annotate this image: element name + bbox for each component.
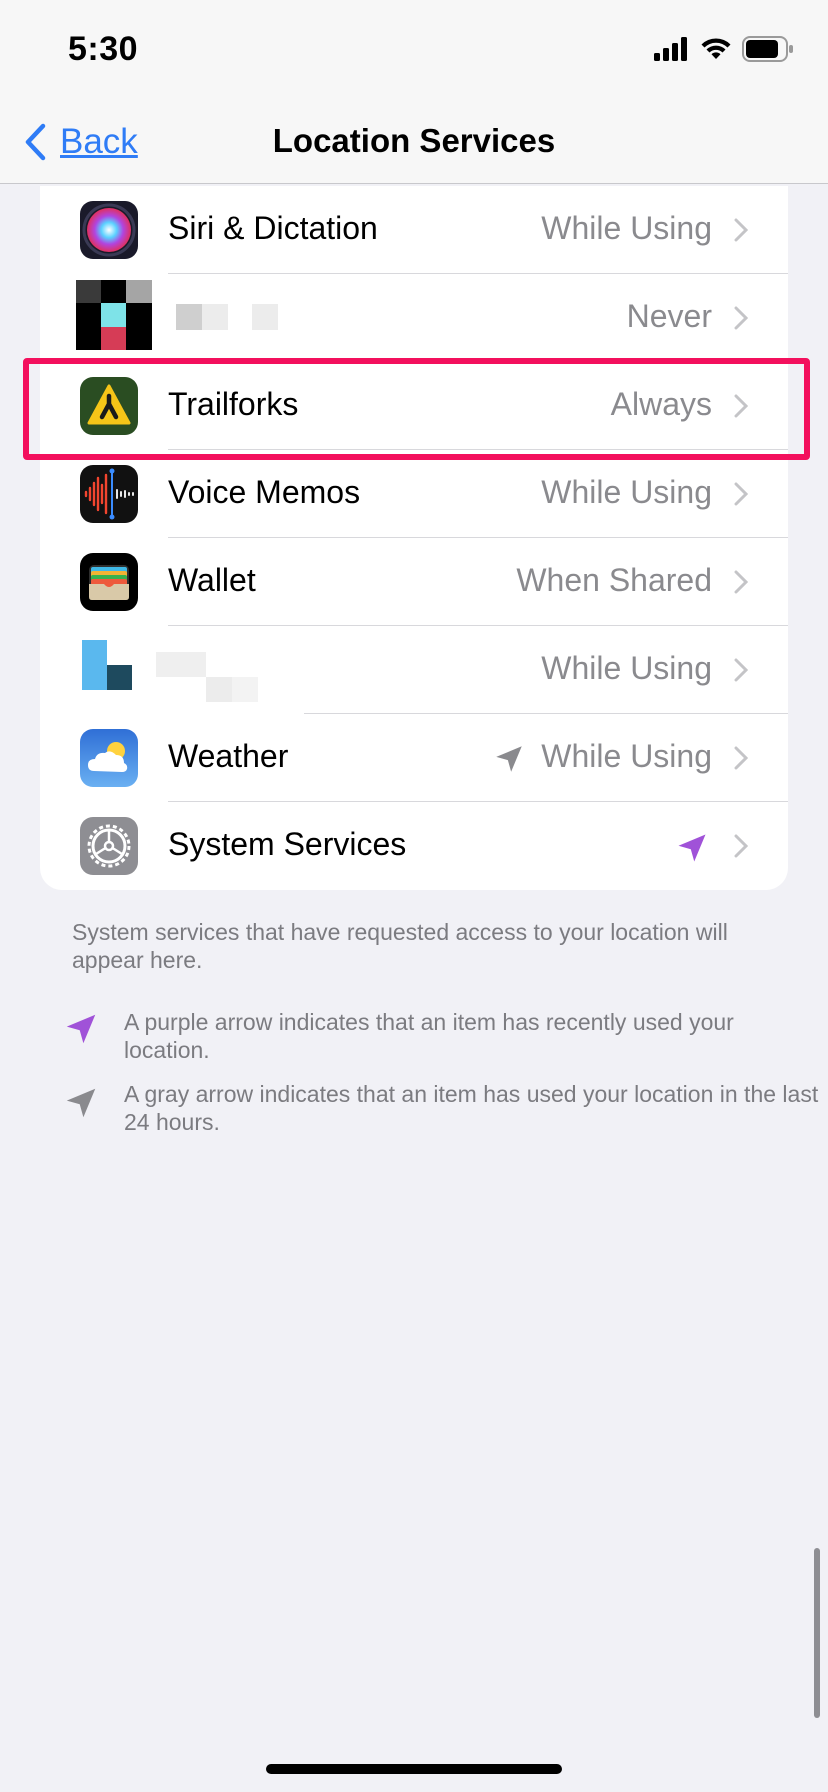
- row-label: Weather: [168, 738, 289, 774]
- location-arrow-purple-icon: [678, 834, 706, 862]
- row-value: While Using: [541, 210, 712, 246]
- cellular-signal-icon: [654, 37, 687, 61]
- home-indicator[interactable]: [266, 1764, 562, 1774]
- siri-icon: [80, 201, 138, 259]
- row-value: Always: [610, 386, 712, 422]
- row-value: While Using: [541, 474, 712, 510]
- scrollbar[interactable]: [814, 1548, 820, 1718]
- row-label: Siri & Dictation: [168, 210, 378, 246]
- wallet-icon: [80, 553, 138, 611]
- status-icons: [654, 36, 794, 62]
- row-value: When Shared: [516, 562, 712, 598]
- list-item-trailforks[interactable]: Trailforks Always: [40, 362, 788, 450]
- list-item-obscured-app-2[interactable]: While Using: [40, 626, 788, 714]
- obscured-label: [176, 304, 286, 337]
- gray-legend-text: A gray arrow indicates that an item has …: [124, 1081, 819, 1135]
- list-item-obscured-app-1[interactable]: Never: [40, 274, 788, 362]
- chevron-right-icon: [734, 394, 748, 418]
- row-value: Never: [626, 298, 712, 334]
- trailforks-icon: [80, 377, 138, 435]
- page-title: Location Services: [272, 122, 556, 159]
- location-arrow-gray-icon: [66, 1088, 96, 1118]
- navigation-bar: Back Location Services: [0, 100, 828, 184]
- chevron-right-icon: [734, 658, 748, 682]
- list-item-wallet[interactable]: Wallet When Shared: [40, 538, 788, 626]
- chevron-right-icon: [734, 570, 748, 594]
- pixelated-app-icon: [76, 280, 152, 350]
- chevron-right-icon: [734, 834, 748, 858]
- status-bar: 5:30: [0, 0, 828, 100]
- list-item-voice-memos[interactable]: Voice Memos While Using: [40, 450, 788, 538]
- row-value: While Using: [541, 738, 712, 774]
- list-item-system-services[interactable]: System Services: [40, 802, 788, 890]
- app-location-list: Siri & Dictation While Using Never Trail…: [40, 186, 788, 890]
- chevron-right-icon: [734, 306, 748, 330]
- row-label: Trailforks: [168, 386, 299, 422]
- chevron-right-icon: [734, 746, 748, 770]
- row-label: Wallet: [168, 562, 256, 598]
- obscured-label: [156, 652, 260, 707]
- wifi-icon: [701, 38, 731, 59]
- list-item-weather[interactable]: Weather While Using: [40, 714, 788, 802]
- gear-icon: [80, 817, 138, 875]
- purple-legend-text: A purple arrow indicates that an item ha…: [124, 1009, 734, 1063]
- chevron-right-icon: [734, 482, 748, 506]
- list-item-siri[interactable]: Siri & Dictation While Using: [40, 186, 788, 274]
- location-arrow-gray-icon: [496, 746, 522, 772]
- status-time: 5:30: [68, 30, 139, 68]
- pixelated-app-icon: [82, 640, 132, 690]
- location-arrow-purple-icon: [66, 1014, 96, 1044]
- row-label: Voice Memos: [168, 474, 361, 510]
- voice-memos-icon: [80, 465, 138, 523]
- weather-icon: [80, 729, 138, 787]
- battery-icon: [742, 36, 793, 62]
- footer-description: System services that have requested acce…: [72, 919, 728, 973]
- chevron-right-icon: [734, 218, 748, 242]
- row-value: While Using: [541, 650, 712, 686]
- row-label: System Services: [168, 826, 407, 862]
